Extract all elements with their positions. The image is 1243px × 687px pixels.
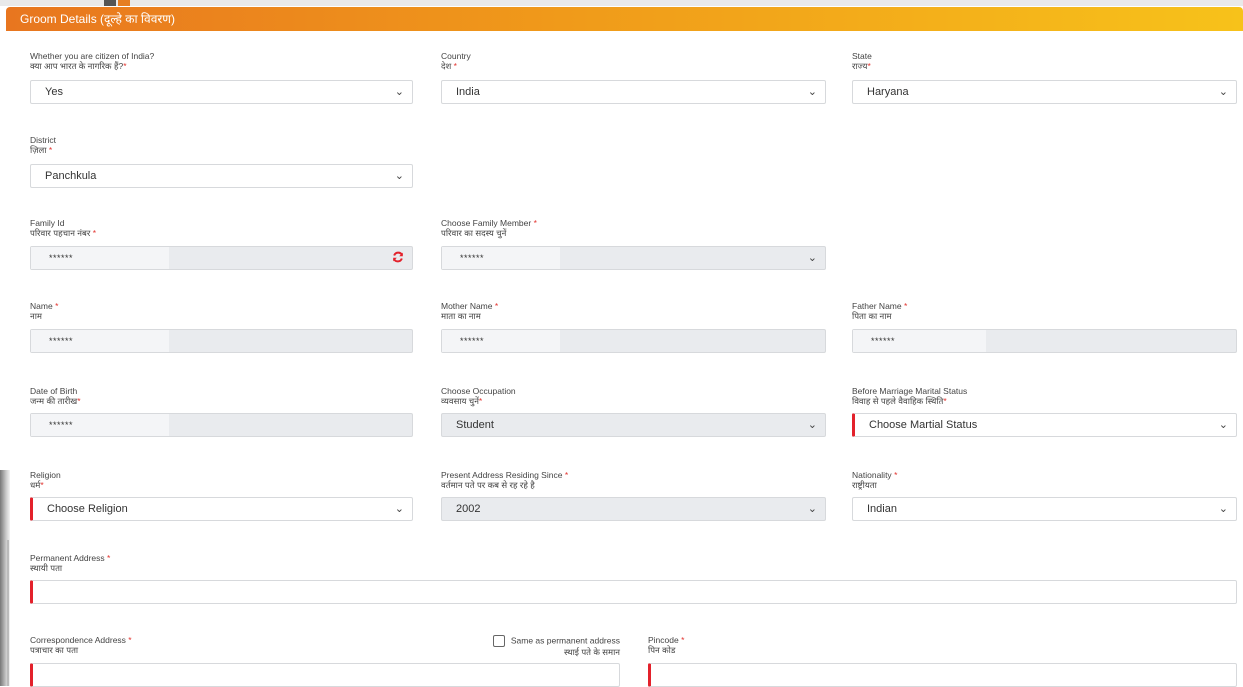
same-as-permanent-checkbox[interactable] bbox=[492, 635, 505, 647]
refresh-icon[interactable] bbox=[392, 251, 404, 263]
tab-marker-dark bbox=[104, 0, 116, 6]
nationality-select[interactable]: Indian ⌄ bbox=[852, 497, 1237, 521]
chevron-down-icon: ⌄ bbox=[394, 503, 404, 515]
page-edge-line bbox=[7, 540, 9, 686]
family-id-label: Family Id परिवार पहचान नंबर * bbox=[30, 218, 97, 238]
marital-status-select[interactable]: Choose Martial Status ⌄ bbox=[852, 413, 1237, 437]
name-label: Name * नाम bbox=[30, 301, 59, 321]
chevron-down-icon: ⌄ bbox=[1218, 419, 1228, 431]
religion-label: Religion धर्म* bbox=[30, 470, 61, 490]
country-label: Country देश * bbox=[441, 51, 471, 71]
top-strip bbox=[0, 0, 1243, 6]
permanent-address-label: Permanent Address * स्थायी पता bbox=[30, 553, 111, 573]
chevron-down-icon: ⌄ bbox=[807, 419, 817, 431]
chevron-down-icon: ⌄ bbox=[394, 170, 404, 182]
section-title: Groom Details (दूल्हे का विवरण) bbox=[20, 12, 175, 26]
permanent-address-input[interactable] bbox=[30, 580, 1237, 604]
same-as-permanent[interactable]: Same as permanent address स्थाई पते के स… bbox=[460, 635, 620, 657]
correspondence-address-input[interactable] bbox=[30, 663, 620, 687]
marital-status-label: Before Marriage Marital Status विवाह से … bbox=[852, 386, 968, 406]
pincode-label: Pincode * पिन कोड bbox=[648, 635, 685, 655]
citizen-label: Whether you are citizen of India? क्या आ… bbox=[30, 51, 155, 71]
mother-name-input[interactable]: ****** bbox=[441, 329, 826, 353]
occupation-label: Choose Occupation व्यवसाय चुनें* bbox=[441, 386, 516, 406]
tab-marker-orange bbox=[118, 0, 130, 6]
family-member-label: Choose Family Member * परिवार का सदस्य च… bbox=[441, 218, 537, 238]
residing-since-label: Present Address Residing Since * वर्तमान… bbox=[441, 470, 569, 490]
family-id-input[interactable]: ****** bbox=[30, 246, 413, 270]
occupation-select[interactable]: Student ⌄ bbox=[441, 413, 826, 437]
chevron-down-icon: ⌄ bbox=[807, 252, 817, 264]
religion-select[interactable]: Choose Religion ⌄ bbox=[30, 497, 413, 521]
chevron-down-icon: ⌄ bbox=[807, 503, 817, 515]
district-select[interactable]: Panchkula ⌄ bbox=[30, 164, 413, 188]
state-label: State राज्य* bbox=[852, 51, 872, 71]
chevron-down-icon: ⌄ bbox=[394, 86, 404, 98]
name-input[interactable]: ****** bbox=[30, 329, 413, 353]
citizen-select[interactable]: Yes ⌄ bbox=[30, 80, 413, 104]
nationality-label: Nationality * राष्ट्रीयता bbox=[852, 470, 898, 490]
family-member-select[interactable]: ****** ⌄ bbox=[441, 246, 826, 270]
pincode-input[interactable] bbox=[648, 663, 1237, 687]
chevron-down-icon: ⌄ bbox=[1218, 86, 1228, 98]
district-label: District ज़िला * bbox=[30, 135, 56, 155]
father-name-label: Father Name * पिता का नाम bbox=[852, 301, 908, 321]
dob-label: Date of Birth जन्म की तारीख* bbox=[30, 386, 81, 406]
chevron-down-icon: ⌄ bbox=[807, 86, 817, 98]
father-name-input[interactable]: ****** bbox=[852, 329, 1237, 353]
section-header: Groom Details (दूल्हे का विवरण) bbox=[6, 7, 1243, 31]
dob-input[interactable]: ****** bbox=[30, 413, 413, 437]
residing-since-select[interactable]: 2002 ⌄ bbox=[441, 497, 826, 521]
mother-name-label: Mother Name * माता का नाम bbox=[441, 301, 499, 321]
correspondence-address-label: Correspondence Address * पत्राचार का पता bbox=[30, 635, 132, 655]
chevron-down-icon: ⌄ bbox=[1218, 503, 1228, 515]
country-select[interactable]: India ⌄ bbox=[441, 80, 826, 104]
state-select[interactable]: Haryana ⌄ bbox=[852, 80, 1237, 104]
